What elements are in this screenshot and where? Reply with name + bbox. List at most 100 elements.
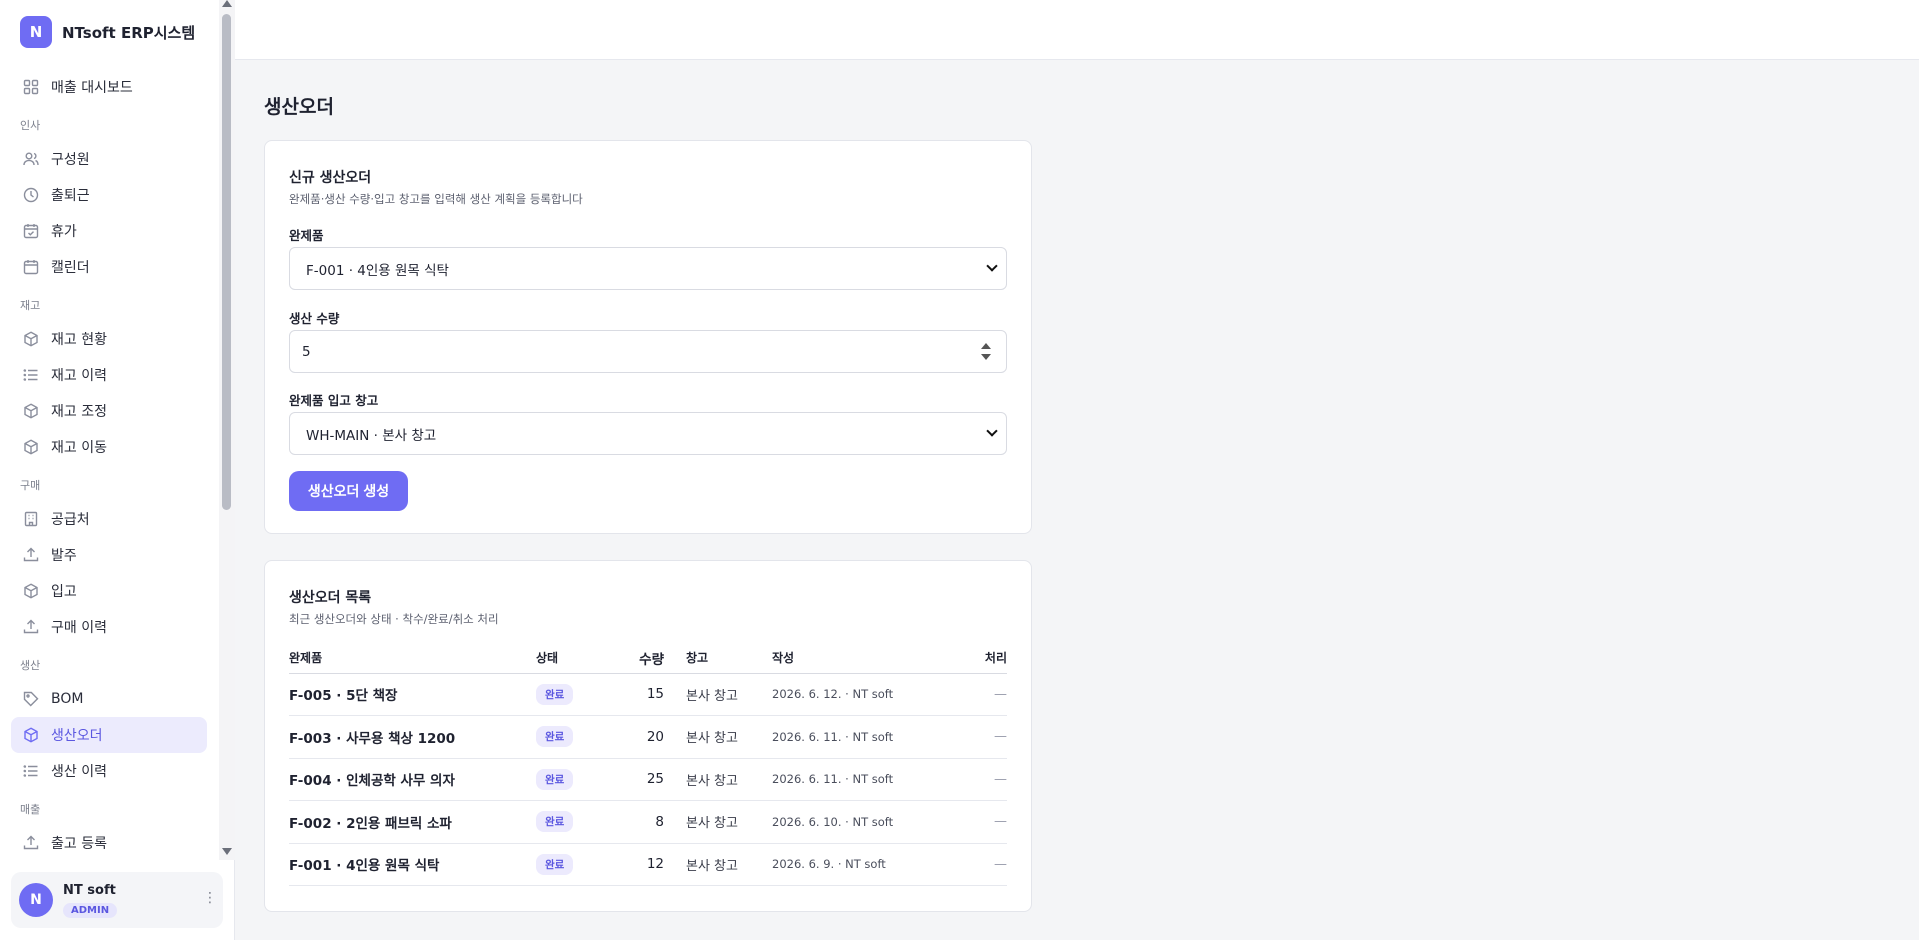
col-header-product[interactable]: 완제품: [289, 643, 536, 674]
col-header-status[interactable]: 상태: [536, 643, 616, 674]
sidebar-item[interactable]: 재고 이동: [11, 429, 207, 465]
sidebar-item[interactable]: 출고 등록: [11, 825, 207, 861]
sidebar-item[interactable]: 생산오더: [11, 717, 207, 753]
cell-warehouse: 본사 창고: [664, 800, 772, 844]
sidebar-item[interactable]: 휴가: [11, 213, 207, 249]
cell-created: 2026. 6. 11. · NT soft: [772, 758, 952, 801]
sidebar-item-label: 입고: [51, 584, 77, 600]
cell-action[interactable]: —: [952, 800, 1007, 844]
qty-input[interactable]: 5: [289, 330, 1007, 373]
cell-status: 완료: [536, 673, 616, 716]
order-list-card: 생산오더 목록 최근 생산오더와 상태 · 착수/완료/취소 처리 완제품 상태…: [264, 560, 1032, 912]
sidebar-item-label: 휴가: [51, 224, 77, 240]
sidebar-item-label: 공급처: [51, 512, 90, 528]
table-row[interactable]: F-004 · 인체공학 사무 의자 완료 25 본사 창고 2026. 6. 11. …: [289, 758, 1007, 801]
cell-qty: 8: [616, 800, 664, 844]
cell-action[interactable]: —: [952, 843, 1007, 886]
sidebar-item[interactable]: 캘린더: [11, 249, 207, 285]
sidebar-section-label: 생산: [20, 659, 41, 672]
cell-action[interactable]: —: [952, 715, 1007, 759]
user-name: NT soft: [63, 882, 116, 898]
warehouse-select-value: WH-MAIN · 본사 창고: [306, 427, 437, 444]
sidebar: N NTsoft ERP시스템 매출 대시보드 인사 구성원 출퇴근 휴가 캘린더 재고 재고…: [0, 0, 235, 940]
sidebar-item-label: 재고 이동: [51, 440, 107, 456]
cell-warehouse: 본사 창고: [664, 843, 772, 886]
scrollbar-thumb[interactable]: [222, 14, 231, 510]
brand-logo: N: [20, 16, 52, 48]
sidebar-item-label: 재고 이력: [51, 368, 107, 384]
calendar-check-icon: [22, 222, 40, 240]
sidebar-item[interactable]: 구성원: [11, 141, 207, 177]
users-icon: [22, 150, 40, 168]
sidebar-item-label: 출고 등록: [51, 836, 107, 852]
cell-warehouse: 본사 창고: [664, 673, 772, 716]
avatar: N: [19, 883, 53, 917]
brand-name: NTsoft ERP시스템: [62, 23, 196, 42]
status-badge: 완료: [536, 811, 574, 833]
sidebar-item[interactable]: 재고 이력: [11, 357, 207, 393]
product-select[interactable]: F-001 · 4인용 원목 식탁: [289, 247, 1007, 290]
table-row[interactable]: F-005 · 5단 책장 완료 15 본사 창고 2026. 6. 12. · NT …: [289, 673, 1007, 716]
cell-qty: 15: [616, 673, 664, 716]
scroll-up-arrow-icon[interactable]: [222, 0, 232, 7]
calendar-icon: [22, 258, 40, 276]
cell-status: 완료: [536, 800, 616, 844]
create-order-button[interactable]: 생산오더 생성: [289, 471, 408, 511]
spin-up-icon[interactable]: [981, 343, 991, 349]
cell-warehouse: 본사 창고: [664, 715, 772, 759]
box-icon: [22, 330, 40, 348]
sidebar-item-label: BOM: [51, 691, 84, 707]
sidebar-section-label: 매출: [20, 803, 41, 816]
cell-action[interactable]: —: [952, 673, 1007, 716]
cell-product: F-005 · 5단 책장: [289, 673, 536, 716]
qty-input-value: 5: [302, 343, 311, 360]
sidebar-item-label: 구매 이력: [51, 620, 107, 636]
sidebar-item[interactable]: 출퇴근: [11, 177, 207, 213]
user-card[interactable]: N NT soft ADMIN ⋮: [11, 872, 223, 928]
sidebar-scrollbar[interactable]: [219, 0, 235, 860]
sidebar-item[interactable]: 공급처: [11, 501, 207, 537]
sidebar-item[interactable]: 재고 조정: [11, 393, 207, 429]
cell-product: F-002 · 2인용 패브릭 소파: [289, 800, 536, 844]
cell-status: 완료: [536, 843, 616, 886]
box-icon: [22, 402, 40, 420]
sidebar-item[interactable]: 구매 이력: [11, 609, 207, 645]
more-vertical-icon[interactable]: ⋮: [203, 890, 217, 906]
col-header-qty[interactable]: 수량: [616, 643, 664, 674]
sidebar-section-label: 재고: [20, 299, 41, 312]
cell-warehouse: 본사 창고: [664, 758, 772, 801]
col-header-warehouse[interactable]: 창고: [664, 643, 772, 674]
status-badge: 완료: [536, 853, 574, 875]
topbar: [235, 0, 1919, 60]
product-select-value: F-001 · 4인용 원목 식탁: [306, 262, 449, 279]
spin-down-icon[interactable]: [981, 354, 991, 360]
sidebar-item-label: 구성원: [51, 152, 90, 168]
sidebar-item[interactable]: 생산 이력: [11, 753, 207, 789]
status-badge: 완료: [536, 768, 574, 790]
cell-action[interactable]: —: [952, 758, 1007, 801]
upload-icon: [22, 618, 40, 636]
scroll-down-arrow-icon[interactable]: [222, 848, 232, 855]
sidebar-item[interactable]: 입고: [11, 573, 207, 609]
card-subtitle: 완제품·생산 수량·입고 창고를 입력해 생산 계획을 등록합니다: [289, 192, 583, 206]
sidebar-item[interactable]: 재고 현황: [11, 321, 207, 357]
table-header-row: 완제품 상태 수량 창고 작성 처리: [289, 643, 1007, 674]
sidebar-item[interactable]: 발주: [11, 537, 207, 573]
table-row[interactable]: F-001 · 4인용 원목 식탁 완료 12 본사 창고 2026. 6. 9. · …: [289, 843, 1007, 886]
col-header-action: 처리: [952, 643, 1007, 674]
list-icon: [22, 762, 40, 780]
card-title: 생산오더 목록: [289, 590, 372, 606]
cell-product: F-001 · 4인용 원목 식탁: [289, 843, 536, 886]
warehouse-select[interactable]: WH-MAIN · 본사 창고: [289, 412, 1007, 455]
sidebar-item[interactable]: BOM: [11, 681, 207, 717]
cell-qty: 25: [616, 758, 664, 801]
box-icon: [22, 726, 40, 744]
upload-icon: [22, 546, 40, 564]
sidebar-item[interactable]: 매출 대시보드: [11, 69, 207, 105]
cell-status: 완료: [536, 715, 616, 759]
user-info: NT soft ADMIN: [63, 882, 118, 918]
col-header-created[interactable]: 작성: [772, 643, 952, 674]
table-row[interactable]: F-002 · 2인용 패브릭 소파 완료 8 본사 창고 2026. 6. 10. ·…: [289, 800, 1007, 844]
table-row[interactable]: F-003 · 사무용 책상 1200 완료 20 본사 창고 2026. 6. 11.…: [289, 715, 1007, 759]
brand[interactable]: N NTsoft ERP시스템: [20, 16, 195, 48]
